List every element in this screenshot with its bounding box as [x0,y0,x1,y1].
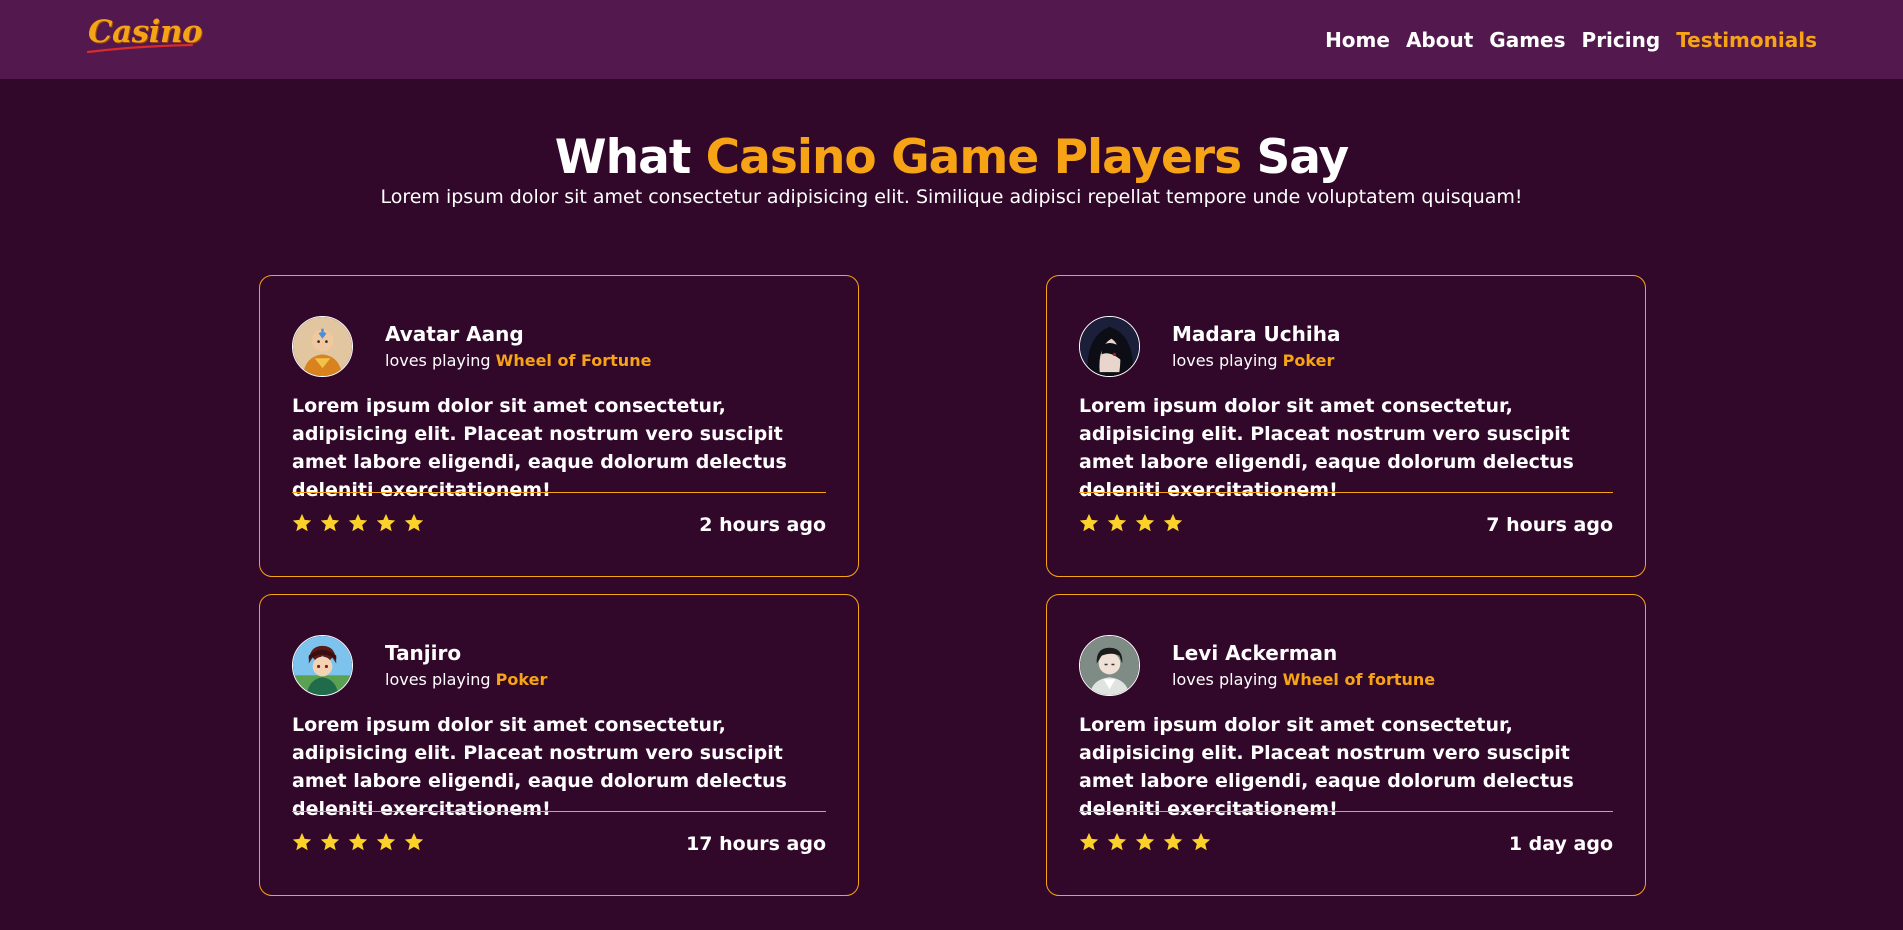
star-icon [348,513,368,532]
nav-menu: Home About Games Pricing Testimonials [1325,0,1817,79]
title-accent: Casino Game Players [705,130,1242,185]
testimonial-card: Avatar Aang loves playing Wheel of Fortu… [259,275,859,577]
star-icon [376,513,396,532]
testimonial-card: Madara Uchiha loves playing Poker Lorem … [1046,275,1646,577]
reviewer-name: Madara Uchiha [1172,322,1341,346]
title-part-1: What [554,130,706,185]
star-icon [348,832,368,851]
review-text: Lorem ipsum dolor sit amet consectetur, … [292,395,787,501]
favorite-game: Poker [1282,351,1335,370]
card-divider [1079,811,1613,812]
star-icon [292,513,312,532]
card-divider [292,492,826,493]
star-rating [291,512,425,534]
star-icon [1135,513,1155,532]
page-title: What Casino Game Players Say [0,128,1903,188]
avatar-madara-icon [1079,316,1140,377]
star-icon [320,832,340,851]
favorite-game: Wheel of Fortune [495,351,652,370]
star-icon [1191,832,1211,851]
nav-link-games[interactable]: Games [1489,28,1565,52]
reviewer-name: Levi Ackerman [1172,641,1338,665]
star-icon [404,832,424,851]
nav-link-about[interactable]: About [1406,28,1473,52]
review-time: 17 hours ago [686,833,826,855]
loves-prefix: loves playing [385,670,496,689]
review-text: Lorem ipsum dolor sit amet consectetur, … [1079,395,1574,501]
avatar-aang-icon [292,316,353,377]
reviewer-name: Avatar Aang [385,322,524,346]
review-time: 1 day ago [1508,833,1613,855]
reviewer-game: loves playing Poker [1172,351,1334,370]
nav-link-home[interactable]: Home [1325,28,1390,52]
loves-prefix: loves playing [385,351,496,370]
star-rating [1078,831,1212,853]
testimonial-card: Levi Ackerman loves playing Wheel of for… [1046,594,1646,896]
star-icon [1079,513,1099,532]
loves-prefix: loves playing [1172,670,1283,689]
loves-prefix: loves playing [1172,351,1283,370]
reviewer-game: loves playing Wheel of Fortune [385,351,651,370]
navbar: Casino Home About Games Pricing Testimon… [0,0,1903,79]
reviewer-name: Tanjiro [385,641,462,665]
review-time: 7 hours ago [1486,514,1613,536]
reviewer-game: loves playing Poker [385,670,547,689]
nav-link-pricing[interactable]: Pricing [1582,28,1661,52]
testimonial-card: Tanjiro loves playing Poker Lorem ipsum … [259,594,859,896]
card-divider [292,811,826,812]
star-icon [376,832,396,851]
star-icon [1163,513,1183,532]
star-rating [1078,512,1184,534]
star-icon [1163,832,1183,851]
star-icon [1135,832,1155,851]
favorite-game: Poker [495,670,548,689]
star-rating [291,831,425,853]
review-time: 2 hours ago [699,514,826,536]
star-icon [1107,832,1127,851]
card-divider [1079,492,1613,493]
page-subtitle: Lorem ipsum dolor sit amet consectetur a… [380,186,1523,208]
review-text: Lorem ipsum dolor sit amet consectetur, … [1079,714,1574,820]
star-icon [1079,832,1099,851]
star-icon [404,513,424,532]
avatar-tanjiro-icon [292,635,353,696]
star-icon [292,832,312,851]
logo-swoosh-icon [86,44,194,54]
review-text: Lorem ipsum dolor sit amet consectetur, … [292,714,787,820]
avatar-levi-icon [1079,635,1140,696]
reviewer-game: loves playing Wheel of fortune [1172,670,1435,689]
title-part-2: Say [1241,130,1349,185]
nav-link-testimonials[interactable]: Testimonials [1676,28,1817,52]
star-icon [1107,513,1127,532]
favorite-game: Wheel of fortune [1282,670,1436,689]
star-icon [320,513,340,532]
